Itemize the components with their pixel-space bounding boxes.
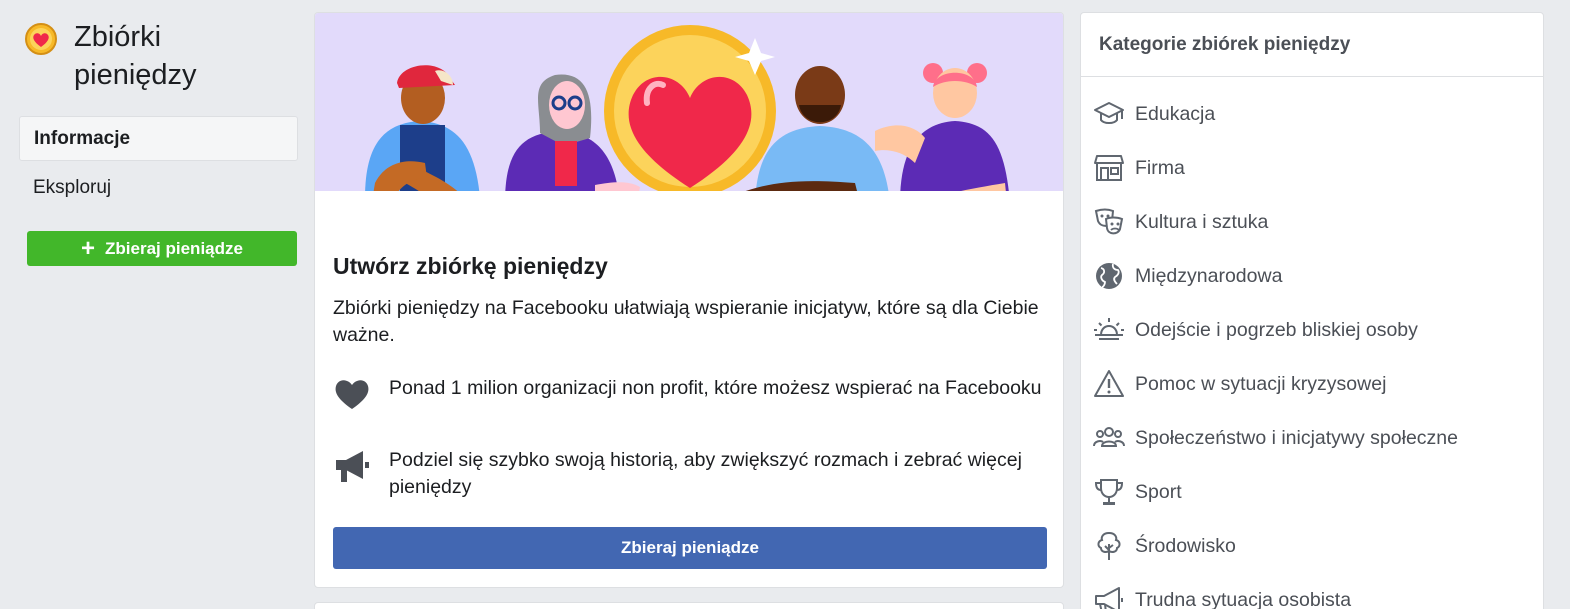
people-with-heart-coin-illustration — [365, 25, 1009, 193]
category-label: Odejście i pogrzeb bliskiej osoby — [1135, 318, 1418, 341]
nav-item-informacje[interactable]: Informacje — [19, 116, 298, 161]
next-card-peek — [314, 602, 1064, 609]
category-srodowisko[interactable]: Środowisko — [1081, 519, 1543, 573]
people-group-icon — [1093, 427, 1125, 447]
category-spoleczenstwo[interactable]: Społeczeństwo i inicjatywy społeczne — [1081, 411, 1543, 465]
category-edukacja[interactable]: Edukacja — [1081, 87, 1543, 141]
create-fundraiser-card: Utwórz zbiórkę pieniędzy Zbiórki pienięd… — [314, 12, 1064, 588]
feature-nonprofits: Ponad 1 milion organizacji non profit, k… — [333, 375, 1053, 413]
megaphone-icon — [1095, 587, 1123, 609]
person-pink-hair-figure — [875, 63, 1009, 193]
heart-coin — [604, 25, 776, 193]
category-label: Trudna sytuacja osobista — [1135, 588, 1352, 609]
trophy-icon — [1094, 479, 1124, 505]
category-label: Pomoc w sytuacji kryzysowej — [1135, 372, 1387, 395]
sidebar-nav: Informacje Eksploruj — [19, 116, 298, 210]
category-miedzynarodowa[interactable]: Międzynarodowa — [1081, 249, 1543, 303]
category-sport[interactable]: Sport — [1081, 465, 1543, 519]
store-icon — [1094, 155, 1124, 181]
category-label: Społeczeństwo i inicjatywy społeczne — [1135, 426, 1458, 449]
category-label: Kultura i sztuka — [1135, 210, 1269, 233]
feature-nonprofits-text: Ponad 1 milion organizacji non profit, k… — [389, 377, 1042, 399]
fundraiser-coin-heart-icon — [25, 23, 57, 55]
nav-item-eksploruj[interactable]: Eksploruj — [19, 165, 298, 210]
category-label: Edukacja — [1135, 102, 1216, 125]
create-fundraiser-label: Zbieraj pieniądze — [105, 238, 243, 258]
categories-panel: Kategorie zbiórek pieniędzy Edukacja Fir… — [1080, 12, 1544, 609]
graduation-cap-icon — [1094, 102, 1124, 124]
left-sidebar: Zbiórki pieniędzy Informacje Eksploruj +… — [0, 0, 310, 609]
categories-title: Kategorie zbiórek pieniędzy — [1081, 13, 1543, 77]
banner-bottom — [315, 191, 1063, 231]
category-pomoc-w-sytuacji-kryzysowej[interactable]: Pomoc w sytuacji kryzysowej — [1081, 357, 1543, 411]
create-fundraiser-button[interactable]: + Zbieraj pieniądze — [27, 231, 297, 266]
category-trudna-sytuacja-osobista[interactable]: Trudna sytuacja osobista — [1081, 573, 1543, 609]
feature-share-story-text: Podziel się szybko swoją historią, aby z… — [389, 449, 1022, 498]
card-title: Utwórz zbiórkę pieniędzy — [333, 253, 608, 279]
heart-icon — [335, 380, 369, 409]
card-description: Zbiórki pieniędzy na Facebooku ułatwiają… — [333, 297, 1039, 346]
megaphone-icon — [336, 451, 369, 482]
globe-icon — [1096, 263, 1122, 289]
person-cap-figure — [365, 65, 480, 193]
theater-masks-icon — [1094, 208, 1124, 235]
plus-icon: + — [81, 234, 96, 262]
category-firma[interactable]: Firma — [1081, 141, 1543, 195]
banner-illustration — [315, 13, 1063, 193]
raise-money-button[interactable]: Zbieraj pieniądze — [333, 527, 1047, 569]
feature-share-story: Podziel się szybko swoją historią, aby z… — [333, 447, 1053, 501]
categories-list: Edukacja Firma Kultura i sztuka Międzyna… — [1081, 77, 1543, 609]
sunset-icon — [1094, 318, 1124, 340]
category-label: Międzynarodowa — [1135, 264, 1283, 287]
tree-icon — [1097, 531, 1121, 560]
warning-icon — [1094, 370, 1124, 397]
category-odejscie-i-pogrzeb[interactable]: Odejście i pogrzeb bliskiej osoby — [1081, 303, 1543, 357]
category-kultura-i-sztuka[interactable]: Kultura i sztuka — [1081, 195, 1543, 249]
page: Zbiórki pieniędzy Informacje Eksploruj +… — [0, 0, 1570, 609]
category-label: Sport — [1135, 480, 1182, 503]
category-label: Firma — [1135, 156, 1185, 179]
app-title: Zbiórki pieniędzy — [74, 21, 197, 91]
app-header: Zbiórki pieniędzy — [24, 18, 244, 94]
category-label: Środowisko — [1135, 534, 1236, 557]
